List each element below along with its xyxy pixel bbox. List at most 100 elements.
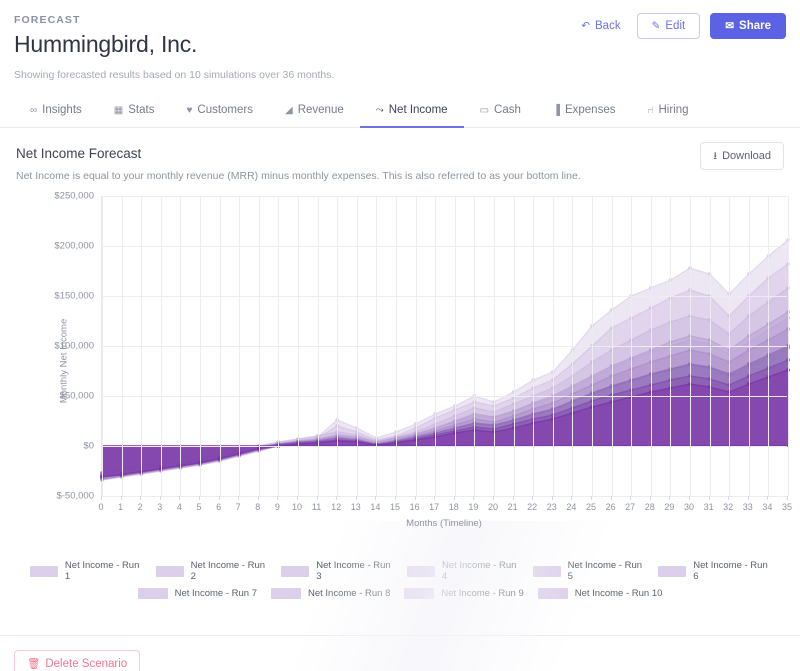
x-tick-label: 0: [98, 502, 103, 512]
x-tick-mark: [552, 496, 553, 500]
legend-label: Net Income - Run 5: [568, 560, 645, 582]
y-tick-label: $100,000: [54, 341, 94, 352]
x-tick-label: 32: [723, 502, 733, 512]
legend-item[interactable]: Net Income - Run 8: [271, 588, 390, 599]
tab-cash[interactable]: ▭Cash: [464, 97, 537, 128]
legend-label: Net Income - Run 4: [442, 560, 519, 582]
y-tick-label: $-50,000: [56, 491, 94, 502]
legend-label: Net Income - Run 9: [441, 588, 523, 599]
x-tick-mark: [375, 496, 376, 500]
legend-item[interactable]: Net Income - Run 7: [138, 588, 257, 599]
x-tick-label: 21: [508, 502, 518, 512]
x-tick-label: 15: [390, 502, 400, 512]
tab-net-income[interactable]: ⤳Net Income: [360, 97, 464, 128]
x-tick-label: 25: [586, 502, 596, 512]
legend-item[interactable]: Net Income - Run 3: [281, 560, 393, 582]
tab-customers[interactable]: ♥Customers: [170, 97, 269, 128]
gridline-vertical: [612, 196, 613, 496]
x-tick-mark: [454, 496, 455, 500]
gridline-vertical: [474, 196, 475, 496]
y-tick-label: $50,000: [60, 391, 94, 402]
gridline-vertical: [494, 196, 495, 496]
tab-expenses[interactable]: ▐ Expenses: [537, 97, 632, 128]
tab-label: Customers: [197, 104, 253, 116]
y-tick-label: $200,000: [54, 241, 94, 252]
tab-revenue[interactable]: ◢Revenue: [269, 97, 360, 128]
x-tick-label: 7: [236, 502, 241, 512]
share-button-label: Share: [739, 20, 771, 32]
x-tick-label: 6: [216, 502, 221, 512]
gridline-vertical: [180, 196, 181, 496]
envelope-icon: ✉: [725, 21, 734, 32]
download-button[interactable]: ⭳ Download: [700, 142, 784, 170]
tab-insights[interactable]: ∞Insights: [14, 97, 98, 128]
tab-label: Insights: [42, 104, 82, 116]
x-tick-label: 19: [468, 502, 478, 512]
download-button-label: Download: [722, 150, 771, 162]
y-tick-label: $0: [83, 441, 94, 452]
download-icon: ⭳: [713, 151, 717, 162]
legend-item[interactable]: Net Income - Run 2: [156, 560, 268, 582]
x-tick-mark: [317, 496, 318, 500]
back-button[interactable]: ↶ Back: [575, 15, 626, 37]
gridline-vertical: [651, 196, 652, 496]
share-button[interactable]: ✉ Share: [710, 13, 786, 39]
x-tick-mark: [415, 496, 416, 500]
gridline-vertical: [749, 196, 750, 496]
legend-item[interactable]: Net Income - Run 9: [404, 588, 523, 599]
tab-stats[interactable]: ▦Stats: [98, 97, 171, 128]
gridline-vertical: [141, 196, 142, 496]
legend-swatch: [658, 566, 686, 577]
x-tick-mark: [611, 496, 612, 500]
net-income-card: Net Income Forecast Net Income is equal …: [0, 128, 800, 613]
x-tick-label: 4: [177, 502, 182, 512]
gridline-vertical: [514, 196, 515, 496]
gridline-vertical: [670, 196, 671, 496]
y-axis: $250,000$200,000$150,000$100,000$50,000$…: [16, 196, 94, 496]
x-tick-mark: [121, 496, 122, 500]
x-tick-label: 1: [118, 502, 123, 512]
x-tick-mark: [238, 496, 239, 500]
y-tick-label: $250,000: [54, 191, 94, 202]
legend-item[interactable]: Net Income - Run 10: [538, 588, 663, 599]
legend-swatch: [271, 588, 301, 599]
legend-swatch: [281, 566, 309, 577]
bar-chart-icon: ▐: [553, 105, 560, 116]
legend-item[interactable]: Net Income - Run 6: [658, 560, 770, 582]
x-tick-mark: [669, 496, 670, 500]
gridline-vertical: [298, 196, 299, 496]
gridline-vertical: [416, 196, 417, 496]
x-tick-mark: [434, 496, 435, 500]
x-tick-label: 9: [275, 502, 280, 512]
x-tick-mark: [297, 496, 298, 500]
legend-label: Net Income - Run 6: [693, 560, 770, 582]
gridline-vertical: [200, 196, 201, 496]
x-tick-label: 17: [429, 502, 439, 512]
legend-label: Net Income - Run 3: [316, 560, 393, 582]
gridline-vertical: [788, 196, 789, 496]
tab-label: Expenses: [565, 104, 616, 116]
legend-item[interactable]: Net Income - Run 5: [533, 560, 645, 582]
gridline-vertical: [357, 196, 358, 496]
x-tick-mark: [748, 496, 749, 500]
gridline-horizontal: [102, 296, 787, 297]
edit-button[interactable]: ✎ Edit: [637, 13, 701, 39]
card-header: Net Income Forecast Net Income is equal …: [16, 146, 784, 182]
x-axis-label: Months (Timeline): [101, 518, 787, 529]
gridline-horizontal: [102, 396, 787, 397]
delete-scenario-button[interactable]: 🗑 Delete Scenario: [14, 650, 140, 671]
pencil-icon: ✎: [652, 21, 661, 32]
plot-canvas: [101, 196, 787, 496]
gridline-vertical: [337, 196, 338, 496]
header-actions: ↶ Back ✎ Edit ✉ Share: [575, 13, 786, 39]
chart-area: Monthly Net Income $250,000$200,000$150,…: [16, 196, 784, 526]
tab-label: Revenue: [298, 104, 344, 116]
tab-hiring[interactable]: ⑁Hiring: [631, 97, 704, 128]
page-footer: 🗑 Delete Scenario Last updated 2 minutes…: [0, 636, 800, 671]
legend-item[interactable]: Net Income - Run 4: [407, 560, 519, 582]
legend-item[interactable]: Net Income - Run 1: [30, 560, 142, 582]
x-tick-label: 5: [196, 502, 201, 512]
x-tick-mark: [219, 496, 220, 500]
y-tick-label: $150,000: [54, 291, 94, 302]
gridline-vertical: [455, 196, 456, 496]
